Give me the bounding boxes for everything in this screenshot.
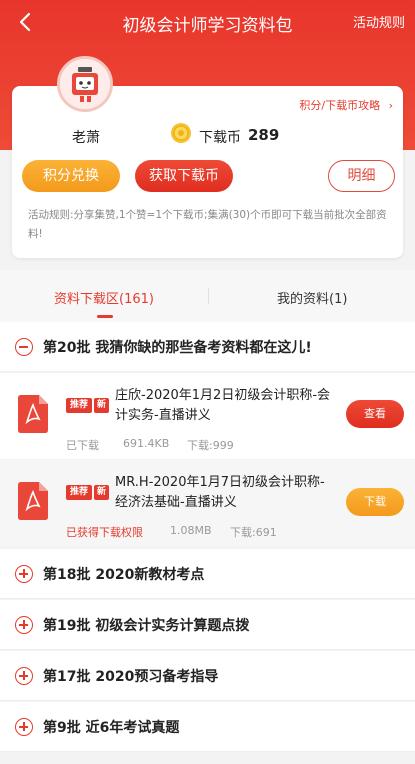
batch-row[interactable]: 第9批 近6年考试真题 [0,702,415,752]
download-count: 下载:999 [187,439,234,452]
batch-row[interactable]: 第19批 初级会计实务计算题点拨 [0,600,415,650]
batch-row[interactable]: 第17批 2020预习备考指导 [0,651,415,701]
points-guide-label: 积分/下载币攻略 [299,99,381,112]
activity-rules-link[interactable]: 活动规则 [353,12,405,31]
pdf-file-icon [18,395,48,433]
batch-title: 第17批 2020预习备考指导 [43,669,219,685]
file-item[interactable]: 推荐 新 MR.H-2020年1月7日初级会计职称-经济法基础-直播讲义 已获得… [0,460,415,546]
file-status: 已获得下载权限 [66,526,143,539]
points-guide-link[interactable]: 积分/下载币攻略 › [299,97,393,113]
expand-icon[interactable] [15,565,33,583]
tab-divider [208,288,209,304]
download-count: 下载:691 [230,526,277,539]
expand-icon[interactable] [15,718,33,736]
expand-icon[interactable] [15,667,33,685]
batch-title: 第18批 2020新教材考点 [43,567,205,583]
rules-text: 活动规则:分享集赞,1个赞=1个下载币;集满(30)个币即可下载当前批次全部资料… [28,209,387,240]
file-item[interactable]: 推荐 新 庄欣-2020年1月2日初级会计职称-会计实务-直播讲义 已下载 69… [0,373,415,459]
coin-icon [170,122,192,144]
file-size: 691.4KB [123,437,170,450]
coin-label: 下载币 [199,130,241,146]
details-button[interactable]: 明细 [328,160,395,192]
batch-title: 第20批 我猜你缺的那些备考资料都在这儿! [43,340,312,356]
download-button[interactable]: 下载 [346,488,404,516]
file-status: 已下载 [66,439,99,452]
recommended-badge: 推荐 [66,398,92,413]
top-bar: 初级会计师学习资料包 活动规则 [0,0,415,44]
file-name: 庄欣-2020年1月2日初级会计职称-会计实务-直播讲义 [115,388,331,423]
batch-row[interactable]: 第20批 我猜你缺的那些备考资料都在这儿! [0,322,415,372]
get-coins-button[interactable]: 获取下载币 [135,160,233,192]
file-name: MR.H-2020年1月7日初级会计职称-经济法基础-直播讲义 [115,475,325,510]
avatar [57,56,113,112]
file-size: 1.08MB [170,524,212,537]
tab-downloads[interactable]: 资料下载区(161) [54,288,154,307]
recommended-badge: 推荐 [66,485,92,500]
chevron-right-icon: › [388,99,393,112]
new-badge: 新 [94,398,109,413]
collapse-icon[interactable] [15,338,33,356]
view-button[interactable]: 查看 [346,400,404,428]
coin-balance: 289 [248,126,280,144]
batch-title: 第19批 初级会计实务计算题点拨 [43,618,250,634]
username: 老萧 [72,130,100,146]
new-badge: 新 [94,485,109,500]
expand-icon[interactable] [15,616,33,634]
tab-my-materials[interactable]: 我的资料(1) [277,288,347,307]
batch-title: 第9批 近6年考试真题 [43,720,180,736]
pdf-file-icon [18,482,48,520]
exchange-points-button[interactable]: 积分兑换 [22,160,120,192]
tab-bar: 资料下载区(161) 我的资料(1) [0,270,415,322]
active-tab-indicator [97,315,113,318]
batch-row[interactable]: 第18批 2020新教材考点 [0,549,415,599]
